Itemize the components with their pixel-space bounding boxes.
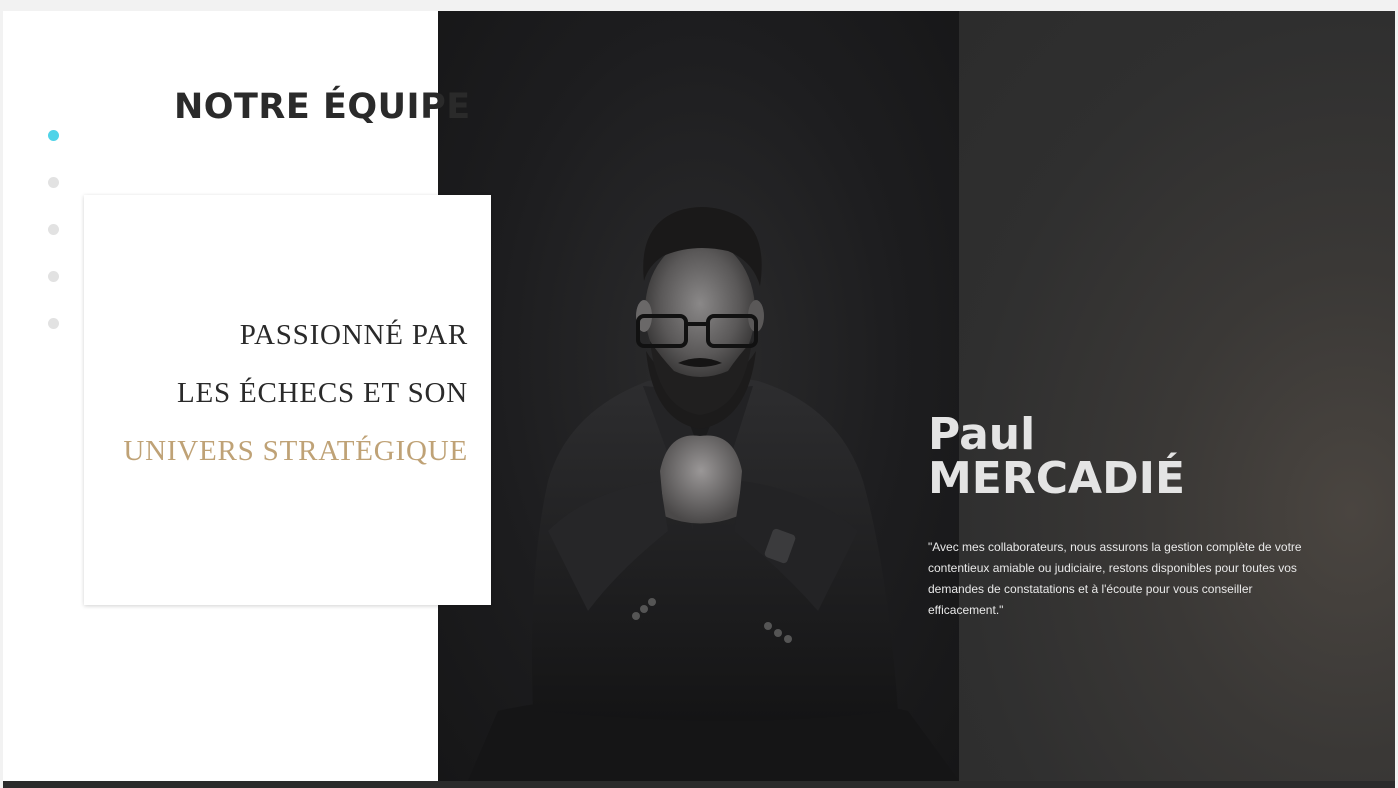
card-line-3: UNIVERS STRATÉGIQUE (123, 435, 468, 467)
bottom-bar (3, 781, 1395, 788)
team-slide: NOTRE ÉQUIPE PASSIONNÉ PAR LES ÉCHECS ET… (3, 11, 1395, 781)
passion-card: PASSIONNÉ PAR LES ÉCHECS ET SON UNIVERS … (84, 195, 491, 605)
portrait-photo (438, 11, 959, 781)
pagination-dot-2[interactable] (48, 177, 59, 188)
member-last-name: MERCADIÉ (928, 453, 1186, 504)
card-line-2: LES ÉCHECS ET SON (176, 377, 468, 409)
member-first-name: Paul (928, 409, 1036, 460)
member-name: Paul MERCADIÉ (928, 413, 1185, 501)
portrait-icon (468, 207, 959, 781)
pagination-dot-5[interactable] (48, 318, 59, 329)
member-info-panel (959, 11, 1395, 781)
member-quote: "Avec mes collaborateurs, nous assurons … (928, 540, 1302, 617)
slide-pagination[interactable] (48, 130, 60, 365)
pagination-dot-3[interactable] (48, 224, 59, 235)
section-title: NOTRE ÉQUIPE (174, 87, 471, 127)
card-line-1: PASSIONNÉ PAR (239, 319, 468, 351)
pagination-dot-1[interactable] (48, 130, 59, 141)
pagination-dot-4[interactable] (48, 271, 59, 282)
